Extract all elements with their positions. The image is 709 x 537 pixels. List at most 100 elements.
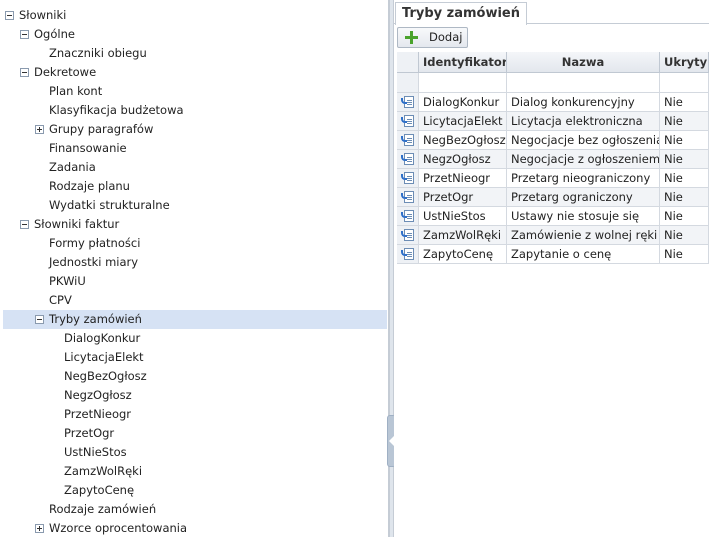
tree-node-label: Wydatki strukturalne [49,198,170,212]
edit-record-icon[interactable] [401,210,414,222]
table-row[interactable]: UstNieStos Ustawy nie stosuje się Nie [397,207,709,226]
tree-node[interactable]: Dekretowe [0,63,388,82]
edit-record-icon[interactable] [401,96,414,108]
row-edit-cell[interactable] [397,112,419,131]
tree-node[interactable]: Zadania [0,158,388,177]
row-edit-cell[interactable] [397,226,419,245]
row-edit-cell[interactable] [397,150,419,169]
row-edit-cell[interactable] [397,207,419,226]
row-edit-cell[interactable] [397,188,419,207]
column-header-ukryty[interactable]: Ukryty [660,52,709,73]
filter-ukryty-input[interactable] [660,73,709,93]
header-icon-cell [397,52,419,73]
column-header-identyfikator[interactable]: Identyfikator [419,52,507,73]
tree-node[interactable]: Plan kont [0,82,388,101]
cell-nazwa: Przetarg ograniczony [507,188,660,207]
edit-record-icon[interactable] [401,115,414,127]
collapse-icon[interactable] [35,315,44,324]
cell-nazwa: Licytacja elektroniczna [507,112,660,131]
tree-node[interactable]: Grupy paragrafów [0,120,388,139]
tree-node-label: Słowniki faktur [34,217,120,231]
tree-node[interactable]: Ogólne [0,25,388,44]
arrow-glyph [401,117,407,123]
tree-node[interactable]: UstNieStos [0,443,388,462]
tab-tryby-zamowien[interactable]: Tryby zamówień [395,2,527,25]
grid-filter-row [397,73,709,93]
table-row[interactable]: PrzetNieogr Przetarg nieograniczony Nie [397,169,709,188]
cell-identyfikator: LicytacjaElekt [419,112,507,131]
tree-node[interactable]: Finansowanie [0,139,388,158]
cell-ukryty: Nie [660,169,709,188]
tree-node[interactable]: NegzOgłosz [0,386,388,405]
row-edit-cell[interactable] [397,245,419,264]
table-row[interactable]: ZamzWolRęki Zamówienie z wolnej ręki Nie [397,226,709,245]
tree-node-label: PKWiU [49,274,86,288]
table-row[interactable]: NegzOgłosz Negocjacje z ogłoszeniem Nie [397,150,709,169]
tree-node[interactable]: PrzetOgr [0,424,388,443]
row-edit-cell[interactable] [397,93,419,112]
tree-node-label: PrzetOgr [64,426,115,440]
tree-node-label: CPV [49,293,72,307]
tree-node-label: Plan kont [49,84,103,98]
cell-identyfikator: PrzetNieogr [419,169,507,188]
tree-node[interactable]: Klasyfikacja budżetowa [0,101,388,120]
tree-node-label: Formy płatności [49,236,141,250]
cell-nazwa: Ustawy nie stosuje się [507,207,660,226]
tree-node[interactable]: Słowniki [0,6,388,25]
tree-node-label: Grupy paragrafów [49,122,154,136]
tree-node[interactable]: PrzetNieogr [0,405,388,424]
column-header-nazwa[interactable]: Nazwa [507,52,660,73]
tree-node[interactable]: Formy płatności [0,234,388,253]
tree-node-label: Wzorce oprocentowania [49,521,188,535]
edit-record-icon[interactable] [401,153,414,165]
add-button[interactable]: Dodaj [397,27,468,48]
arrow-glyph [401,136,407,142]
table-row[interactable]: NegBezOgłosz Negocjacje bez ogłoszenia Nie [397,131,709,150]
table-row[interactable]: PrzetOgr Przetarg ograniczony Nie [397,188,709,207]
tree-node[interactable]: NegBezOgłosz [0,367,388,386]
tree-node-label: Tryby zamówień [49,312,142,326]
cell-ukryty: Nie [660,150,709,169]
tree-node[interactable]: ZapytoCenę [0,481,388,500]
table-row[interactable]: DialogKonkur Dialog konkurencyjny Nie [397,93,709,112]
tree-node[interactable]: PKWiU [0,272,388,291]
table-row[interactable]: ZapytoCenę Zapytanie o cenę Nie [397,245,709,264]
tree-node-label: Rodzaje zamówień [49,502,157,516]
collapse-icon[interactable] [20,220,29,229]
edit-record-icon[interactable] [401,172,414,184]
expand-icon[interactable] [35,125,44,134]
cell-identyfikator: PrzetOgr [419,188,507,207]
tree-node[interactable]: DialogKonkur [0,329,388,348]
tree-node[interactable]: Jednostki miary [0,253,388,272]
tree-node[interactable]: ZamzWolRęki [0,462,388,481]
tree-node[interactable]: Wydatki strukturalne [0,196,388,215]
tree-node-label: LicytacjaElekt [64,350,144,364]
tree-node[interactable]: Rodzaje planu [0,177,388,196]
tree-node[interactable]: CPV [0,291,388,310]
filter-identyfikator-input[interactable] [419,73,507,93]
edit-record-icon[interactable] [401,134,414,146]
cell-ukryty: Nie [660,245,709,264]
edit-record-icon[interactable] [401,248,414,260]
tree-node-label: ZapytoCenę [64,483,135,497]
cell-ukryty: Nie [660,93,709,112]
table-row[interactable]: LicytacjaElekt Licytacja elektroniczna Nie [397,112,709,131]
collapse-icon[interactable] [5,11,14,20]
filter-nazwa-input[interactable] [507,73,660,93]
cell-nazwa: Zamówienie z wolnej ręki [507,226,660,245]
tree-node[interactable]: LicytacjaElekt [0,348,388,367]
tree-node[interactable]: Tryby zamówień [3,310,387,329]
row-edit-cell[interactable] [397,131,419,150]
edit-record-icon[interactable] [401,191,414,203]
collapse-icon[interactable] [20,68,29,77]
tree-node[interactable]: Rodzaje zamówień [0,500,388,519]
tree-node[interactable]: Znaczniki obiegu [0,44,388,63]
edit-record-icon[interactable] [401,229,414,241]
tree-node[interactable]: Słowniki faktur [0,215,388,234]
tree-node[interactable]: Wzorce oprocentowania [0,519,388,537]
expand-icon[interactable] [35,524,44,533]
collapse-icon[interactable] [20,30,29,39]
tree-node-label: PrzetNieogr [64,407,132,421]
row-edit-cell[interactable] [397,169,419,188]
tree-node-label: Słowniki [19,8,67,22]
